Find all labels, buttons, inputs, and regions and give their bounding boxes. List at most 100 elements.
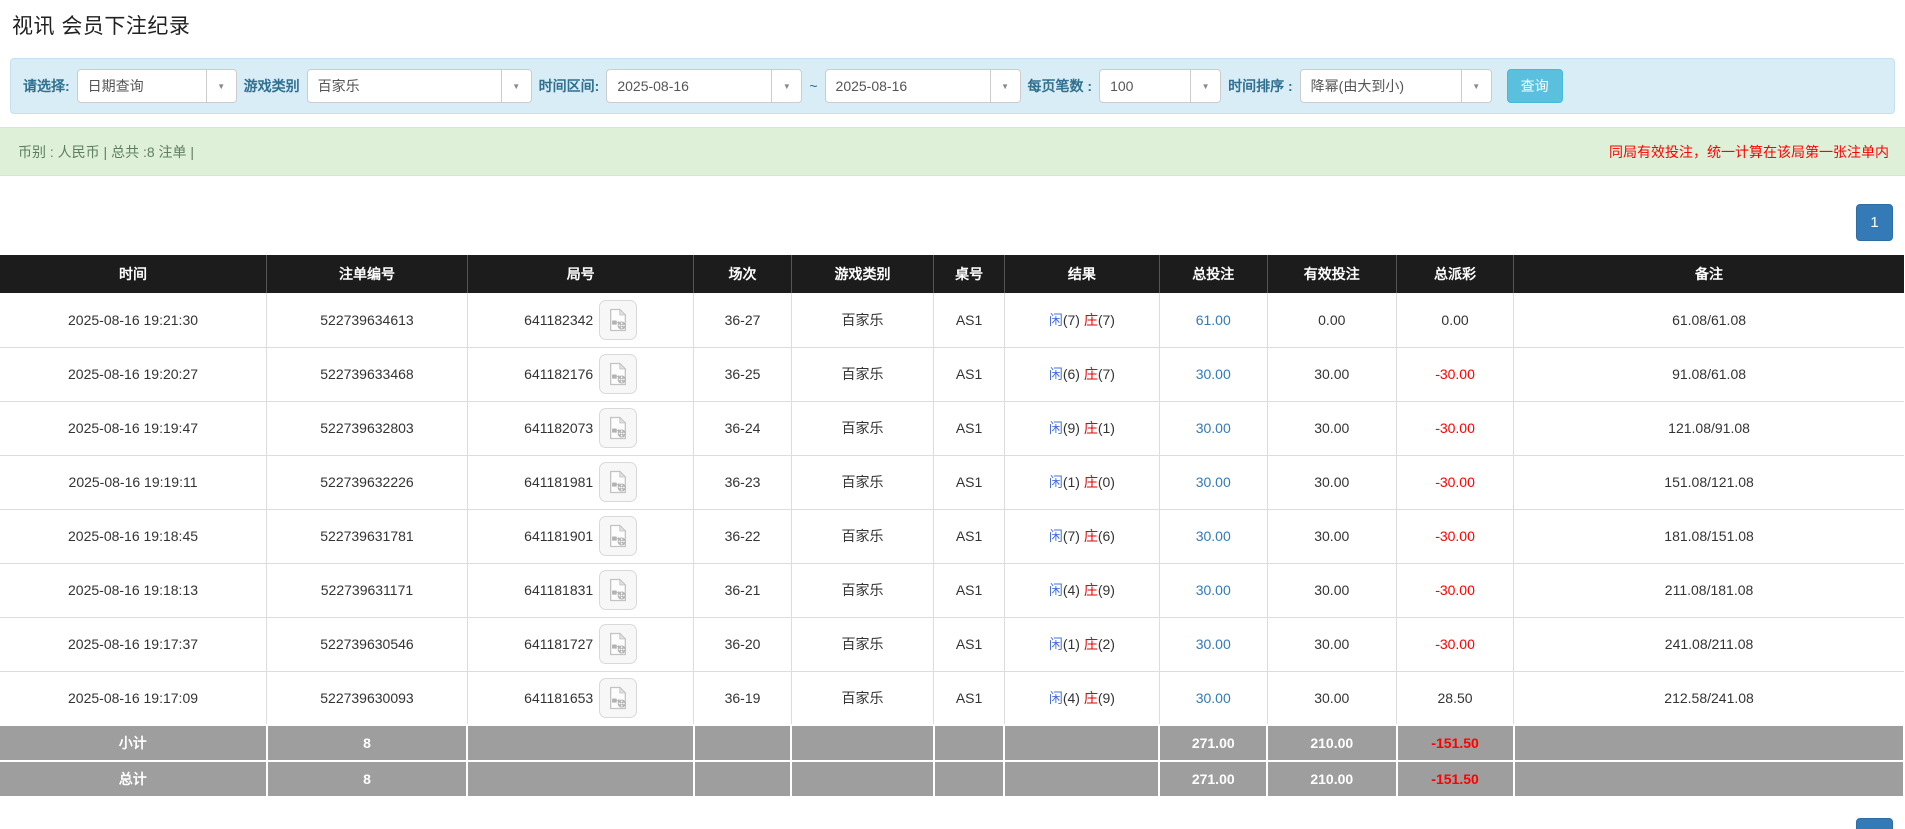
cell-total-bet[interactable]: 61.00: [1159, 293, 1267, 347]
result-player-label: 闲: [1049, 636, 1063, 652]
result-player-score: (1): [1063, 474, 1080, 490]
date-from-select[interactable]: 2025-08-16 ▼: [606, 69, 802, 103]
cell-result: 闲(4) 庄(9): [1004, 563, 1159, 617]
table-row: 2025-08-16 19:21:30522739634613641182342…: [0, 293, 1904, 347]
result-banker-score: (6): [1098, 528, 1115, 544]
cell-game-type: 百家乐: [791, 617, 934, 671]
cell-payout: -30.00: [1397, 455, 1514, 509]
cell-result: 闲(1) 庄(0): [1004, 455, 1159, 509]
subtotal-label: 小计: [0, 725, 267, 761]
date-to-select[interactable]: 2025-08-16 ▼: [825, 69, 1021, 103]
time-sort-select[interactable]: 降幂(由大到小) ▼: [1300, 69, 1492, 103]
result-banker-score: (0): [1098, 474, 1115, 490]
table-row: 2025-08-16 19:17:37522739630546641181727…: [0, 617, 1904, 671]
cell-bet-id: 522739631171: [267, 563, 468, 617]
result-player-label: 闲: [1049, 420, 1063, 436]
cell-total-bet[interactable]: 30.00: [1159, 509, 1267, 563]
cell-total-bet[interactable]: 30.00: [1159, 401, 1267, 455]
page-size-label: 每页笔数 :: [1028, 76, 1093, 96]
table-row: 2025-08-16 19:18:45522739631781641181901…: [0, 509, 1904, 563]
cell-result: 闲(6) 庄(7): [1004, 347, 1159, 401]
col-header-session: 场次: [694, 255, 791, 293]
video-file-icon: [607, 362, 629, 386]
time-sort-value: 降幂(由大到小): [1301, 70, 1461, 102]
cell-valid-bet: 30.00: [1267, 563, 1396, 617]
cell-total-bet[interactable]: 30.00: [1159, 563, 1267, 617]
col-header-game-type: 游戏类别: [791, 255, 934, 293]
page-size-select[interactable]: 100 ▼: [1099, 69, 1221, 103]
time-range-label: 时间区间:: [539, 76, 600, 96]
round-id-value: 641181727: [524, 636, 593, 652]
play-video-button[interactable]: [599, 408, 637, 448]
date-range-tilde: ~: [809, 78, 817, 94]
result-player-score: (9): [1063, 420, 1080, 436]
cell-remark: 241.08/211.08: [1514, 617, 1904, 671]
cell-game-type: 百家乐: [791, 347, 934, 401]
cell-total-bet[interactable]: 30.00: [1159, 671, 1267, 725]
page-button-1[interactable]: 1: [1856, 204, 1893, 241]
cell-round-id: 641181831: [467, 563, 694, 617]
result-banker-label: 庄: [1084, 690, 1098, 706]
play-video-button[interactable]: [599, 624, 637, 664]
result-banker-label: 庄: [1084, 636, 1098, 652]
chevron-down-icon[interactable]: ▼: [206, 70, 236, 102]
query-type-select[interactable]: 日期查询 ▼: [77, 69, 237, 103]
subtotal-count: 8: [267, 725, 468, 761]
cell-game-type: 百家乐: [791, 401, 934, 455]
result-banker-score: (7): [1098, 312, 1115, 328]
chevron-down-icon[interactable]: ▼: [771, 70, 801, 102]
page-button-1[interactable]: 1: [1856, 818, 1893, 829]
cell-total-bet[interactable]: 30.00: [1159, 347, 1267, 401]
cell-total-bet[interactable]: 30.00: [1159, 617, 1267, 671]
cell-remark: 211.08/181.08: [1514, 563, 1904, 617]
chevron-down-icon[interactable]: ▼: [501, 70, 531, 102]
round-id-value: 641181981: [524, 474, 593, 490]
table-row: 2025-08-16 19:18:13522739631171641181831…: [0, 563, 1904, 617]
total-valid-bet: 210.00: [1267, 761, 1396, 797]
game-type-select[interactable]: 百家乐 ▼: [307, 69, 532, 103]
result-banker-score: (2): [1098, 636, 1115, 652]
result-banker-label: 庄: [1084, 474, 1098, 490]
result-banker-score: (1): [1098, 420, 1115, 436]
play-video-button[interactable]: [599, 570, 637, 610]
subtotal-payout: -151.50: [1397, 725, 1514, 761]
result-banker-label: 庄: [1084, 312, 1098, 328]
subtotal-total-bet: 271.00: [1159, 725, 1267, 761]
video-file-icon: [607, 578, 629, 602]
page-title: 视讯 会员下注纪录: [0, 0, 1905, 40]
cell-bet-id: 522739631781: [267, 509, 468, 563]
cell-session: 36-23: [694, 455, 791, 509]
play-video-button[interactable]: [599, 462, 637, 502]
cell-game-type: 百家乐: [791, 671, 934, 725]
chevron-down-icon[interactable]: ▼: [990, 70, 1020, 102]
result-player-label: 闲: [1049, 528, 1063, 544]
chevron-down-icon[interactable]: ▼: [1461, 70, 1491, 102]
chevron-down-icon[interactable]: ▼: [1190, 70, 1220, 102]
valid-bet-notice-text: 同局有效投注，统一计算在该局第一张注单内: [1609, 142, 1889, 162]
table-row: 2025-08-16 19:20:27522739633468641182176…: [0, 347, 1904, 401]
video-file-icon: [607, 416, 629, 440]
video-file-icon: [607, 632, 629, 656]
col-header-time: 时间: [0, 255, 267, 293]
pagination-top: 1: [1856, 204, 1893, 241]
result-banker-score: (9): [1098, 582, 1115, 598]
total-total-bet: 271.00: [1159, 761, 1267, 797]
cell-game-type: 百家乐: [791, 455, 934, 509]
cell-bet-id: 522739630546: [267, 617, 468, 671]
cell-total-bet[interactable]: 30.00: [1159, 455, 1267, 509]
query-type-value: 日期查询: [78, 70, 206, 102]
col-header-valid-bet: 有效投注: [1267, 255, 1396, 293]
time-sort-label: 时间排序 :: [1228, 76, 1293, 96]
play-video-button[interactable]: [599, 516, 637, 556]
query-type-label: 请选择:: [23, 76, 70, 96]
result-banker-score: (9): [1098, 690, 1115, 706]
bet-records-table: 时间 注单编号 局号 场次 游戏类别 桌号 结果 总投注 有效投注 总派彩 备注…: [0, 255, 1905, 798]
play-video-button[interactable]: [599, 678, 637, 718]
search-button[interactable]: 查询: [1507, 69, 1563, 103]
subtotal-row: 小计 8 271.00 210.00 -151.50: [0, 725, 1904, 761]
page-size-value: 100: [1100, 70, 1190, 102]
play-video-button[interactable]: [599, 354, 637, 394]
cell-bet-id: 522739633468: [267, 347, 468, 401]
play-video-button[interactable]: [599, 300, 637, 340]
cell-table: AS1: [934, 509, 1004, 563]
